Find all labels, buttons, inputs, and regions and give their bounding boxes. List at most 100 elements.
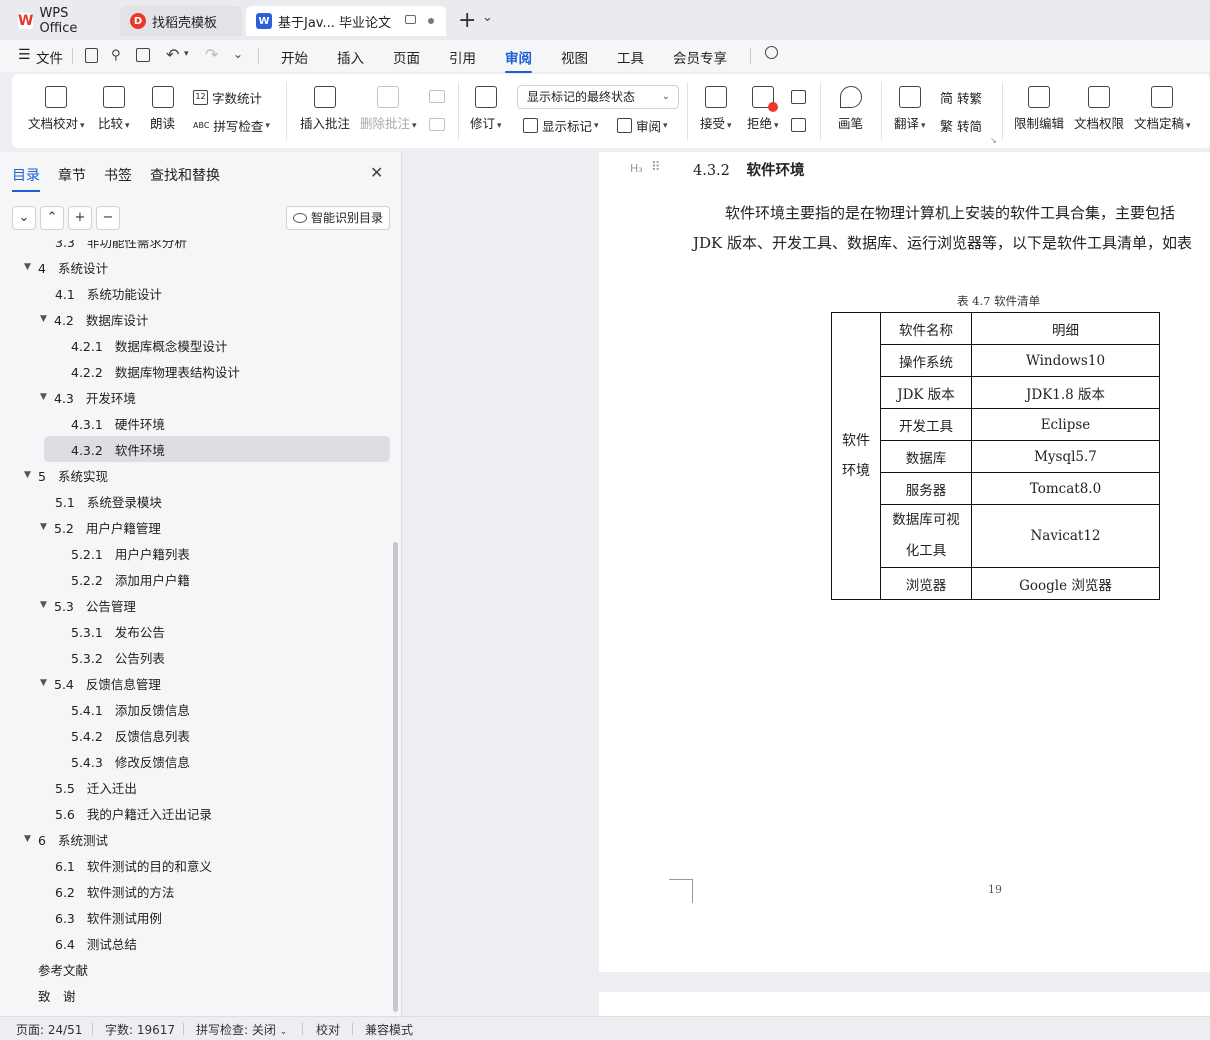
insert-comment-button[interactable]: 插入批注: [300, 86, 350, 132]
doc-compare-button[interactable]: 文档校对 ▾: [28, 86, 85, 132]
tab-toc[interactable]: 目录: [12, 165, 40, 192]
collapse-arrow-icon[interactable]: ▼: [40, 600, 52, 610]
tab-find-replace[interactable]: 查找和替换: [150, 165, 220, 185]
pen-button[interactable]: 画笔: [838, 86, 863, 132]
collapse-arrow-icon[interactable]: ▼: [24, 834, 36, 844]
tab-chapters[interactable]: 章节: [58, 165, 86, 185]
window-icon[interactable]: [405, 15, 416, 24]
search-icon[interactable]: [765, 46, 778, 59]
undo-icon[interactable]: ↶: [166, 45, 179, 64]
spell-check-status[interactable]: 拼写检查: 关闭 ⌄: [196, 1021, 287, 1038]
menu-home[interactable]: 开始: [281, 47, 308, 67]
page-indicator[interactable]: 页面: 24/51: [16, 1021, 82, 1038]
prev-comment-icon[interactable]: [429, 90, 445, 103]
spell-check-button[interactable]: ABC 拼写检查 ▾: [193, 116, 270, 135]
menu-review[interactable]: 审阅: [505, 47, 532, 73]
add-heading-button[interactable]: +: [68, 206, 92, 230]
heading-level-marker[interactable]: H₃: [630, 162, 643, 175]
tab-wps-office[interactable]: W WPS Office: [8, 6, 116, 36]
toc-item[interactable]: ▼ 4.3 开发环境: [0, 384, 396, 410]
collapse-arrow-icon[interactable]: ▼: [40, 314, 52, 324]
toc-item[interactable]: ▼ 4 系统设计: [0, 254, 396, 280]
menu-insert[interactable]: 插入: [337, 47, 364, 67]
accept-button[interactable]: 接受 ▾: [700, 86, 732, 132]
compare-button[interactable]: 比较 ▾: [98, 86, 130, 132]
toc-item[interactable]: 6.1 软件测试的目的和意义: [0, 852, 396, 878]
expand-down-button[interactable]: ⌄: [12, 206, 36, 230]
print-preview-icon[interactable]: [136, 48, 150, 62]
doc-finalize-button[interactable]: 文档定稿 ▾: [1134, 86, 1191, 132]
track-changes-button[interactable]: 修订 ▾: [470, 86, 502, 132]
more-chevron-icon[interactable]: ⌄: [233, 47, 243, 61]
collapse-arrow-icon[interactable]: ▼: [40, 522, 52, 532]
restrict-edit-button[interactable]: 限制编辑: [1014, 86, 1064, 132]
next-comment-icon[interactable]: [429, 118, 445, 131]
toc-item[interactable]: ▼ 4.2 数据库设计: [0, 306, 396, 332]
toc-item[interactable]: 5.5 迁入迁出: [0, 774, 396, 800]
translate-button[interactable]: 翻译 ▾: [894, 86, 926, 132]
collapse-arrow-icon[interactable]: ▼: [40, 678, 52, 688]
toc-item[interactable]: ▼ 5.4 反馈信息管理: [0, 670, 396, 696]
toc-item[interactable]: 致 谢: [0, 982, 396, 1008]
new-tab-button[interactable]: +: [458, 8, 476, 33]
review-pane-button[interactable]: 审阅 ▾: [617, 116, 668, 135]
dialog-launcher-icon[interactable]: ↘: [990, 136, 997, 145]
toc-item[interactable]: 5.2.2 添加用户户籍: [0, 566, 396, 592]
toc-item[interactable]: 6.4 测试总结: [0, 930, 396, 956]
tab-docer-templates[interactable]: D 找稻壳模板: [120, 6, 242, 36]
markup-state-select[interactable]: 显示标记的最终状态 ⌄: [517, 85, 679, 109]
to-traditional-button[interactable]: 简 转繁: [940, 88, 982, 107]
toc-item[interactable]: 4.3.2 软件环境: [44, 436, 390, 462]
tab-document[interactable]: W 基于Jav... 毕业论文: [246, 6, 446, 36]
proofread-status[interactable]: 校对: [316, 1021, 340, 1038]
collapse-arrow-icon[interactable]: ▼: [24, 262, 36, 272]
toc-item[interactable]: 5.4.1 添加反馈信息: [0, 696, 396, 722]
read-aloud-button[interactable]: 朗读: [150, 86, 175, 132]
toc-item[interactable]: 3.3 非功能性需求分析: [0, 240, 396, 254]
remove-heading-button[interactable]: −: [96, 206, 120, 230]
toc-item[interactable]: ▼ 5 系统实现: [0, 462, 396, 488]
toc-item[interactable]: 参考文献: [0, 956, 396, 982]
menu-tools[interactable]: 工具: [617, 47, 644, 67]
toc-item[interactable]: ▼ 5.3 公告管理: [0, 592, 396, 618]
redo-icon[interactable]: ↷: [205, 45, 218, 64]
collapse-up-button[interactable]: ⌃: [40, 206, 64, 230]
collapse-arrow-icon[interactable]: ▼: [24, 470, 36, 480]
toc-item[interactable]: 6.2 软件测试的方法: [0, 878, 396, 904]
menu-file[interactable]: 文件: [36, 47, 63, 67]
toc-item[interactable]: 4.3.1 硬件环境: [0, 410, 396, 436]
smart-toc-button[interactable]: 智能识别目录: [286, 206, 390, 230]
share-icon[interactable]: ⚲: [111, 48, 121, 63]
toc-item[interactable]: 5.6 我的户籍迁入迁出记录: [0, 800, 396, 826]
tab-bookmarks[interactable]: 书签: [104, 165, 132, 185]
toc-item[interactable]: 5.2.1 用户户籍列表: [0, 540, 396, 566]
next-change-icon[interactable]: [791, 118, 806, 132]
hamburger-icon[interactable]: ☰: [18, 47, 31, 63]
drag-handle-icon[interactable]: ⠿: [651, 160, 660, 175]
toc-item[interactable]: 4.2.1 数据库概念模型设计: [0, 332, 396, 358]
toc-item[interactable]: 6.3 软件测试用例: [0, 904, 396, 930]
toc-item[interactable]: 5.1 系统登录模块: [0, 488, 396, 514]
toc-item[interactable]: 4.2.2 数据库物理表结构设计: [0, 358, 396, 384]
menu-member[interactable]: 会员专享: [673, 47, 727, 67]
close-icon[interactable]: ✕: [370, 163, 383, 182]
collapse-arrow-icon[interactable]: ▼: [40, 392, 52, 402]
toc-item[interactable]: 5.3.1 发布公告: [0, 618, 396, 644]
toc-item[interactable]: ▼ 6 系统测试: [0, 826, 396, 852]
menu-reference[interactable]: 引用: [449, 47, 476, 67]
show-markup-button[interactable]: 显示标记 ▾: [523, 116, 599, 135]
word-count-indicator[interactable]: 字数: 19617: [105, 1021, 175, 1038]
save-icon[interactable]: [85, 48, 98, 63]
panel-scrollbar[interactable]: [393, 542, 398, 1012]
doc-permission-button[interactable]: 文档权限: [1074, 86, 1124, 132]
toc-item[interactable]: 5.4.2 反馈信息列表: [0, 722, 396, 748]
undo-dropdown-icon[interactable]: ▾: [184, 49, 189, 59]
word-count-button[interactable]: 12 字数统计: [193, 88, 262, 107]
tab-list-chevron-icon[interactable]: ⌄: [482, 10, 493, 25]
to-simplified-button[interactable]: 繁 转简: [940, 116, 982, 135]
prev-change-icon[interactable]: [791, 90, 806, 104]
toc-item[interactable]: 5.3.2 公告列表: [0, 644, 396, 670]
menu-view[interactable]: 视图: [561, 47, 588, 67]
reject-button[interactable]: 拒绝 ▾: [747, 86, 779, 132]
toc-item[interactable]: ▼ 5.2 用户户籍管理: [0, 514, 396, 540]
